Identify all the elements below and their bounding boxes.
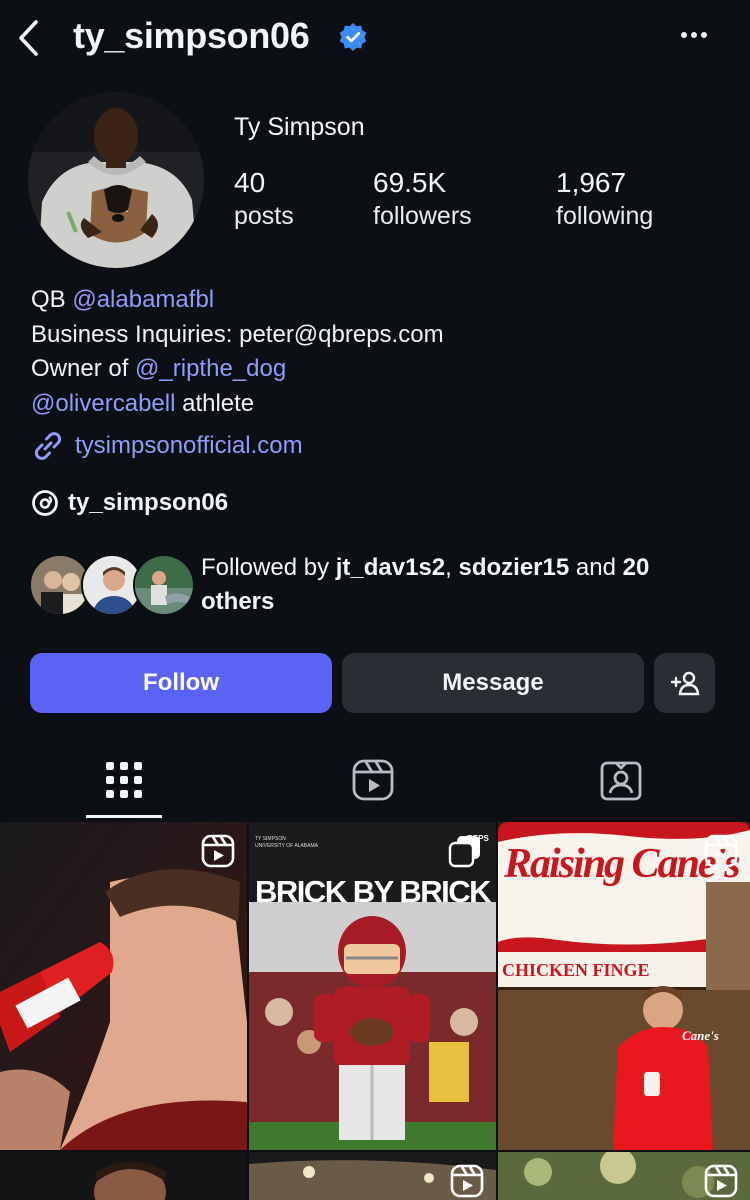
post-tile[interactable]: BRICK BY BRICK ROLL TY! TY SIMPSON UNIVE… — [249, 822, 496, 1150]
bio-line: Business Inquiries: peter@qbreps.com — [31, 320, 444, 348]
tab-reels[interactable] — [323, 750, 423, 810]
more-options-button[interactable] — [672, 20, 716, 50]
stat-label: followers — [373, 202, 472, 230]
display-name: Ty Simpson — [234, 113, 365, 141]
mutual-username: sdozier15 — [458, 554, 570, 581]
followers-count[interactable]: 69.5K followers — [373, 166, 472, 232]
post-tile[interactable] — [498, 1152, 750, 1200]
tab-posts-grid[interactable] — [74, 750, 174, 810]
more-horizontal-icon — [681, 32, 687, 38]
mention-link[interactable]: @_ripthe_dog — [135, 355, 286, 382]
post-tile[interactable] — [249, 1152, 496, 1200]
post-subtitle-text: ROLL TY! — [437, 911, 464, 917]
message-button[interactable]: Message — [342, 653, 644, 713]
post-thumbnail — [249, 822, 496, 1150]
tab-tagged[interactable] — [571, 750, 671, 810]
post-tile[interactable]: Raising Cane's CHICKEN FINGE Cane's — [498, 822, 750, 1150]
threads-badge[interactable]: ty_simpson06 — [31, 486, 228, 520]
grid-icon — [106, 762, 142, 798]
mutual-followers-avatars[interactable] — [29, 554, 195, 618]
mutual-avatar — [133, 554, 195, 616]
follow-button[interactable]: Follow — [30, 653, 332, 713]
back-button[interactable] — [14, 18, 44, 58]
active-tab-indicator — [86, 815, 162, 818]
reel-badge-icon — [450, 1164, 484, 1198]
profile-bio: QB @alabamafbl Business Inquiries: peter… — [31, 283, 444, 421]
reels-icon — [352, 759, 394, 801]
stat-value: 40 — [234, 167, 266, 198]
mutual-username: jt_dav1s2 — [335, 554, 446, 581]
post-thumbnail — [0, 822, 247, 1150]
stat-value: 1,967 — [556, 167, 627, 198]
carousel-badge-icon — [448, 836, 480, 868]
suggested-users-button[interactable] — [654, 653, 715, 713]
add-user-icon — [670, 671, 699, 696]
website-url: tysimpsonofficial.com — [75, 432, 303, 459]
sign-subtext: CHICKEN FINGE — [502, 960, 650, 980]
reel-badge-icon — [704, 1164, 738, 1198]
website-link[interactable]: tysimpsonofficial.com — [31, 428, 303, 464]
post-tile[interactable] — [0, 822, 247, 1150]
threads-icon — [32, 490, 58, 516]
bio-line: @olivercabell athlete — [31, 389, 255, 417]
mention-link[interactable]: @olivercabell — [31, 390, 175, 417]
post-tile[interactable] — [0, 1152, 247, 1200]
stat-label: following — [556, 202, 654, 230]
reel-badge-icon — [201, 834, 235, 868]
reel-badge-icon — [704, 834, 738, 868]
following-count[interactable]: 1,967 following — [556, 166, 653, 232]
chevron-left-icon — [19, 20, 38, 56]
posts-count[interactable]: 40 posts — [234, 166, 294, 232]
threads-handle: ty_simpson06 — [68, 489, 229, 516]
link-icon — [34, 432, 62, 460]
post-title-text: BRICK BY BRICK — [254, 874, 492, 909]
bio-line: QB @alabamafbl — [31, 286, 215, 313]
profile-username: ty_simpson06 — [73, 15, 310, 56]
mention-link[interactable]: @alabamafbl — [72, 286, 214, 313]
bio-line: Owner of @_ripthe_dog — [31, 355, 287, 382]
stat-value: 69.5K — [373, 167, 447, 198]
avatar-photo — [28, 92, 204, 268]
post-thumbnail — [0, 1152, 247, 1200]
profile-avatar[interactable] — [28, 92, 204, 268]
stat-label: posts — [234, 202, 294, 230]
followed-by-text[interactable]: Followed by jt_dav1s2, sdozier15 and 20 … — [201, 551, 721, 619]
tagged-icon — [600, 761, 642, 801]
shirt-text: Cane's — [682, 1028, 719, 1043]
post-corner-text: UNIVERSITY OF ALABAMA — [255, 843, 318, 849]
verified-badge-icon — [339, 23, 367, 51]
post-corner-text: TY SIMPSON — [255, 836, 286, 842]
